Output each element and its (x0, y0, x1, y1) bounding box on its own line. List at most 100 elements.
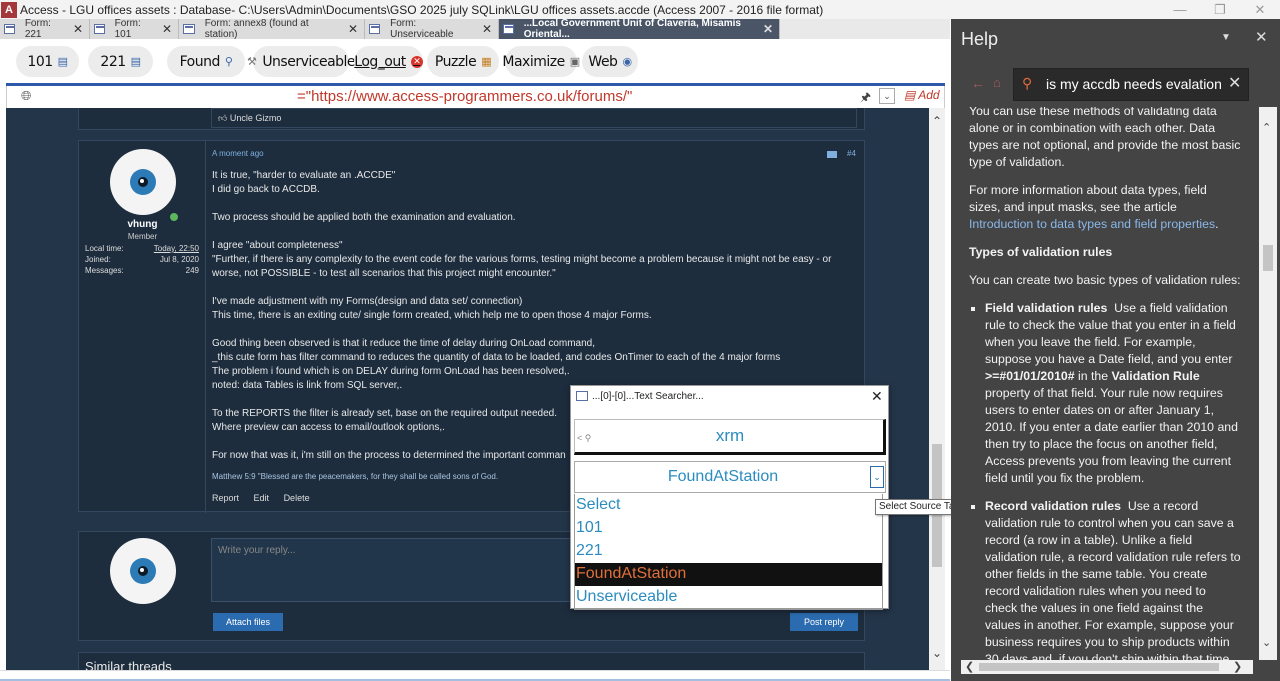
add-bookmark-button[interactable]: ▤ Add (904, 88, 940, 102)
scroll-right-icon[interactable]: ❯ (1233, 660, 1242, 673)
help-text: in the (1074, 369, 1112, 383)
attach-files-button[interactable]: Attach files (213, 613, 283, 631)
help-paragraph: You can use these methods of validating … (969, 107, 1241, 169)
add-icon: ▤ (904, 88, 919, 102)
tab-label: Form: annex8 (found at station) (204, 18, 309, 40)
stat-value: Jul 8, 2020 (159, 255, 199, 264)
similar-threads-heading: Similar threads (78, 652, 865, 670)
form-icon (369, 24, 381, 34)
help-search-input[interactable]: ⚲ is my accdb needs evalation o ✕ (1013, 68, 1249, 101)
chevron-down-icon[interactable]: ⌄ (870, 466, 884, 488)
btn-logout[interactable]: Log_out ✕ (354, 46, 423, 77)
web-icon: ◉ (622, 55, 632, 68)
globe-icon: 🌐︎ (21, 88, 32, 103)
option-101[interactable]: 101 (575, 517, 882, 540)
btn-puzzle[interactable]: Puzzle ▦ (427, 46, 499, 77)
scroll-left-icon[interactable]: ❮ (965, 660, 974, 673)
chevron-down-icon[interactable]: ▼ (1221, 32, 1231, 43)
btn-label: 221 (100, 53, 126, 70)
restore-button[interactable]: ❐ (1200, 0, 1240, 19)
search-input[interactable]: < ⚲ xrm (574, 419, 886, 455)
window-title: Access - LGU offices assets : Database- … (20, 2, 824, 17)
user-stat-local-time: Local time: Today, 22:50 (85, 244, 199, 253)
tab-form-101[interactable]: Form: 101 ✕ (90, 18, 179, 40)
clear-icon[interactable]: ✕ (1228, 73, 1241, 93)
post-number[interactable]: #4 (847, 149, 856, 158)
data-types-link[interactable]: Introduction to data types and field pro… (969, 217, 1215, 231)
home-icon[interactable]: ⌂ (993, 75, 1001, 90)
close-icon[interactable]: ✕ (474, 22, 492, 36)
post-actions: Report Edit Delete (212, 493, 322, 503)
window-controls: — ❐ ✕ (1160, 0, 1280, 19)
browser-vertical-scrollbar[interactable]: ⌃ ⌄ (929, 108, 945, 670)
minimize-button[interactable]: — (1160, 0, 1200, 19)
stat-value: 249 (185, 266, 199, 275)
reaction-user[interactable]: Uncle Gizmo (230, 113, 282, 123)
access-app-icon: A (1, 1, 17, 18)
help-bold: Validation Rule (1111, 369, 1200, 383)
option-unserviceable[interactable]: Unserviceable (575, 586, 882, 609)
text-searcher-popup: ...[0]-[0]...Text Searcher... ✕ < ⚲ xrm … (570, 385, 889, 610)
post-username[interactable]: vhung (79, 219, 206, 230)
edit-link[interactable]: Edit (254, 493, 270, 503)
post-time[interactable]: A moment ago (212, 149, 264, 158)
stat-label: Messages: (85, 266, 124, 275)
tab-form-annex8[interactable]: Form: annex8 (found at station) ✕ (179, 18, 365, 40)
close-window-button[interactable]: ✕ (1240, 0, 1280, 19)
btn-web[interactable]: Web ◉ (582, 46, 638, 77)
close-icon[interactable]: ✕ (1255, 28, 1268, 46)
option-221[interactable]: 221 (575, 540, 882, 563)
btn-221[interactable]: 221 ▤ (88, 46, 153, 77)
option-select[interactable]: Select (575, 494, 882, 517)
dropdown-chevron-icon[interactable]: ⌄ (879, 88, 895, 104)
help-vertical-scrollbar[interactable]: ⌃ ⌄ (1259, 107, 1277, 660)
post-user-pane: vhung Member Local time: Today, 22:50 Jo… (79, 141, 206, 513)
btn-101[interactable]: 101 ▤ (16, 46, 79, 77)
scroll-up-icon[interactable]: ⌃ (1262, 121, 1271, 134)
close-icon[interactable]: ✕ (340, 22, 358, 36)
combo-value: FoundAtStation (667, 468, 779, 485)
btn-maximize[interactable]: Maximize ▣ (502, 46, 580, 77)
help-article-body: You can use these methods of validating … (969, 107, 1241, 660)
tab-lgu-claveria[interactable]: ...Local Government Unit of Claveria, Mi… (499, 18, 780, 40)
btn-label: Log_out (354, 53, 406, 70)
tab-form-221[interactable]: Form: 221 ✕ (0, 18, 90, 40)
scroll-thumb[interactable] (979, 663, 1219, 671)
avatar[interactable] (110, 149, 179, 222)
help-horizontal-scrollbar[interactable]: ❮ ❯ (961, 660, 1253, 674)
btn-label: Web (588, 53, 618, 70)
btn-found[interactable]: Found ⚲ (167, 46, 245, 77)
scroll-up-icon[interactable]: ⌃ (929, 114, 945, 128)
post-paragraph: I've made adjustment with my Forms(desig… (212, 296, 652, 321)
option-foundatstation[interactable]: FoundAtStation (575, 563, 882, 586)
back-arrow-icon[interactable]: ← (971, 75, 985, 91)
delete-link[interactable]: Delete (284, 493, 310, 503)
close-icon[interactable]: ✕ (871, 388, 883, 405)
user-stat-joined: Joined: Jul 8, 2020 (85, 255, 199, 264)
help-text: property of that field. Your rule now re… (985, 386, 1238, 485)
maximize-icon: ▣ (569, 55, 580, 68)
reaction-bar: 👍︎ Uncle Gizmo (211, 108, 857, 128)
btn-label: Found (179, 53, 221, 70)
post-paragraph: It is true, "harder to evaluate an .ACCD… (212, 170, 396, 195)
tab-form-unserviceable[interactable]: Form: Unserviceable ✕ (365, 18, 499, 40)
report-link[interactable]: Report (212, 493, 239, 503)
bookmark-icon[interactable] (827, 151, 837, 158)
source-table-combo[interactable]: FoundAtStation ⌄ (574, 461, 886, 493)
stat-label: Joined: (85, 255, 111, 264)
scroll-down-icon[interactable]: ⌄ (1262, 636, 1271, 649)
pin-icon[interactable]: 🖈︎ (860, 88, 871, 109)
post-reply-button[interactable]: Post reply (790, 613, 858, 631)
url-text[interactable]: ="https://www.access-programmers.co.uk/f… (297, 88, 632, 105)
btn-unserviceable[interactable]: ⚒ Unserviceable (247, 46, 356, 77)
close-icon[interactable]: ✕ (65, 22, 83, 36)
help-title: Help (961, 29, 999, 49)
tab-label: Form: Unserviceable (390, 18, 454, 40)
status-strip (0, 670, 950, 681)
post-user-role: Member (127, 232, 158, 241)
scroll-down-icon[interactable]: ⌄ (929, 646, 945, 660)
close-icon[interactable]: ✕ (154, 22, 172, 36)
eye-highlight (140, 568, 144, 572)
scroll-thumb[interactable] (1263, 245, 1273, 271)
close-icon[interactable]: ✕ (755, 22, 773, 36)
